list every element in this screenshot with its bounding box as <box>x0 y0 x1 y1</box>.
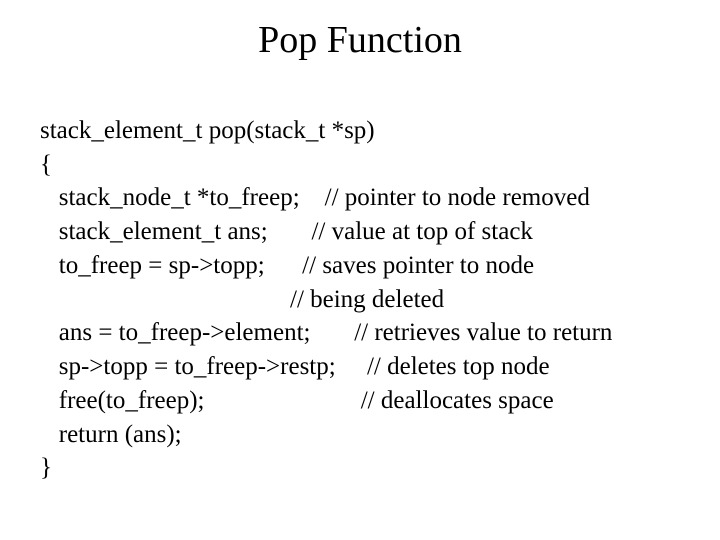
code-line: return (ans); <box>40 421 182 448</box>
code-block: stack_element_t pop(stack_t *sp) { stack… <box>40 80 680 485</box>
code-line: // being deleted <box>40 286 444 313</box>
code-line: stack_node_t *to_freep; // pointer to no… <box>40 184 590 211</box>
code-line: free(to_freep); // deallocates space <box>40 387 554 414</box>
code-line: } <box>40 454 52 481</box>
code-line: to_freep = sp->topp; // saves pointer to… <box>40 252 534 279</box>
code-line: stack_element_t pop(stack_t *sp) <box>40 117 375 144</box>
slide-title: Pop Function <box>40 18 680 62</box>
code-line: ans = to_freep->element; // retrieves va… <box>40 319 612 346</box>
slide: Pop Function stack_element_t pop(stack_t… <box>0 0 720 540</box>
code-line: { <box>40 151 52 178</box>
code-line: sp->topp = to_freep->restp; // deletes t… <box>40 353 550 380</box>
code-line: stack_element_t ans; // value at top of … <box>40 218 533 245</box>
